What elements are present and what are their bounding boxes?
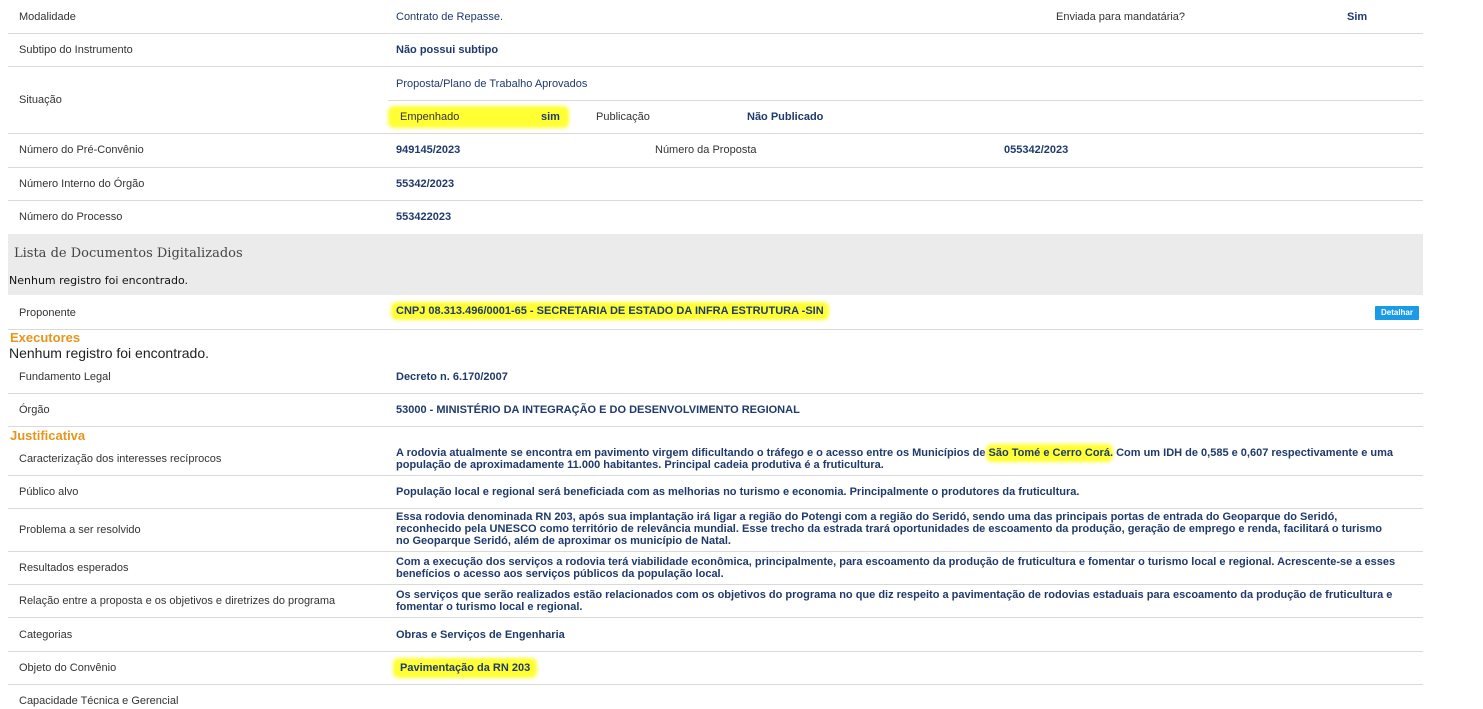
- capacidade-label: Capacidade Técnica e Gerencial: [19, 695, 179, 707]
- problema-value: Essa rodovia denominada RN 203, após sua…: [396, 511, 1383, 547]
- resultados-label: Resultados esperados: [19, 562, 129, 574]
- row-fundamento: Fundamento Legal Decreto n. 6.170/2007: [8, 361, 1423, 394]
- row-categorias: Categorias Obras e Serviços de Engenhari…: [8, 618, 1423, 652]
- row-modalidade: Modalidade Contrato de Repasse. Enviada …: [8, 0, 1423, 34]
- row-problema: Problema a ser resolvido Essa rodovia de…: [8, 509, 1423, 552]
- proposta-value: 055342/2023: [1004, 144, 1069, 156]
- detalhar-button[interactable]: Detalhar: [1375, 306, 1419, 320]
- caracterizacao-value: A rodovia atualmente se encontra em pavi…: [396, 447, 1396, 471]
- publico-value: População local e regional será benefici…: [396, 486, 1080, 498]
- row-subtipo: Subtipo do Instrumento Não possui subtip…: [8, 34, 1423, 67]
- fundamento-value: Decreto n. 6.170/2007: [396, 371, 508, 383]
- caracterizacao-highlight: São Tomé e Cerro Corá: [988, 447, 1110, 459]
- row-resultados: Resultados esperados Com a execução dos …: [8, 552, 1423, 585]
- row-caracterizacao: Caracterização dos interesses recíprocos…: [8, 441, 1423, 476]
- row-capacidade: Capacidade Técnica e Gerencial: [8, 685, 1423, 709]
- categorias-label: Categorias: [19, 629, 73, 641]
- processo-label: Número do Processo: [19, 211, 123, 223]
- caracterizacao-label: Caracterização dos interesses recíprocos: [19, 453, 222, 465]
- empenhado-label: Empenhado: [400, 111, 460, 123]
- documentos-title: Lista de Documentos Digitalizados: [14, 246, 243, 261]
- empenhado-highlight: Empenhado sim: [391, 109, 566, 125]
- interno-value: 55342/2023: [396, 178, 455, 190]
- interno-label: Número Interno do Órgão: [19, 178, 145, 190]
- pre-convenio-value: 949145/2023: [396, 144, 461, 156]
- situacao-value: Proposta/Plano de Trabalho Aprovados: [396, 78, 588, 90]
- objeto-label: Objeto do Convênio: [19, 662, 117, 674]
- executores-title: Executores: [10, 330, 81, 345]
- row-relacao: Relação entre a proposta e os objetivos …: [8, 585, 1423, 618]
- proponente-value: CNPJ 08.313.496/0001-65 - SECRETARIA DE …: [394, 305, 826, 317]
- modalidade-label: Modalidade: [19, 11, 76, 23]
- caracterizacao-text-a: A rodovia atualmente se encontra em pavi…: [396, 447, 989, 459]
- row-pre-convenio: Número do Pré-Convênio 949145/2023 Númer…: [8, 134, 1423, 168]
- orgao-label: Órgão: [19, 404, 50, 416]
- executores-empty-message: Nenhum registro foi encontrado.: [9, 345, 209, 361]
- row-objeto: Objeto do Convênio Pavimentação da RN 20…: [8, 652, 1423, 685]
- row-processo: Número do Processo 553422023: [8, 201, 1423, 233]
- modalidade-value: Contrato de Repasse.: [396, 11, 504, 23]
- documentos-panel: Lista de Documentos Digitalizados Nenhum…: [8, 234, 1423, 295]
- empenhado-value: sim: [541, 111, 560, 123]
- relacao-label: Relação entre a proposta e os objetivos …: [19, 595, 336, 607]
- publico-label: Público alvo: [19, 486, 79, 498]
- relacao-value: Os serviços que serão realizados estão r…: [396, 589, 1393, 613]
- orgao-value: 53000 - MINISTÉRIO DA INTEGRAÇÃO E DO DE…: [396, 404, 800, 416]
- situacao-label: Situação: [19, 94, 62, 106]
- publicacao-label: Publicação: [596, 111, 650, 123]
- row-situacao: Situação Proposta/Plano de Trabalho Apro…: [8, 67, 1423, 134]
- row-proponente: Proponente CNPJ 08.313.496/0001-65 - SEC…: [8, 296, 1423, 330]
- fundamento-label: Fundamento Legal: [19, 371, 111, 383]
- proposta-label: Número da Proposta: [655, 144, 757, 156]
- objeto-value: Pavimentação da RN 203: [396, 661, 535, 675]
- problema-label: Problema a ser resolvido: [19, 524, 141, 536]
- row-orgao: Órgão 53000 - MINISTÉRIO DA INTEGRAÇÃO E…: [8, 394, 1423, 427]
- processo-value: 553422023: [396, 211, 452, 223]
- categorias-value: Obras e Serviços de Engenharia: [396, 629, 565, 641]
- subtipo-label: Subtipo do Instrumento: [19, 44, 133, 56]
- subtipo-value: Não possui subtipo: [396, 44, 499, 56]
- row-numero-interno: Número Interno do Órgão 55342/2023: [8, 168, 1423, 201]
- row-publico: Público alvo População local e regional …: [8, 476, 1423, 509]
- resultados-value: Com a execução dos serviços a rodovia te…: [396, 556, 1396, 580]
- publicacao-value: Não Publicado: [747, 111, 824, 123]
- mandataria-value: Sim: [1347, 11, 1368, 23]
- mandataria-label: Enviada para mandatária?: [1056, 11, 1186, 23]
- proponente-label: Proponente: [19, 307, 76, 319]
- pre-convenio-label: Número do Pré-Convênio: [19, 144, 144, 156]
- situacao-divider: [388, 100, 1423, 101]
- documentos-empty-message: Nenhum registro foi encontrado.: [9, 274, 188, 287]
